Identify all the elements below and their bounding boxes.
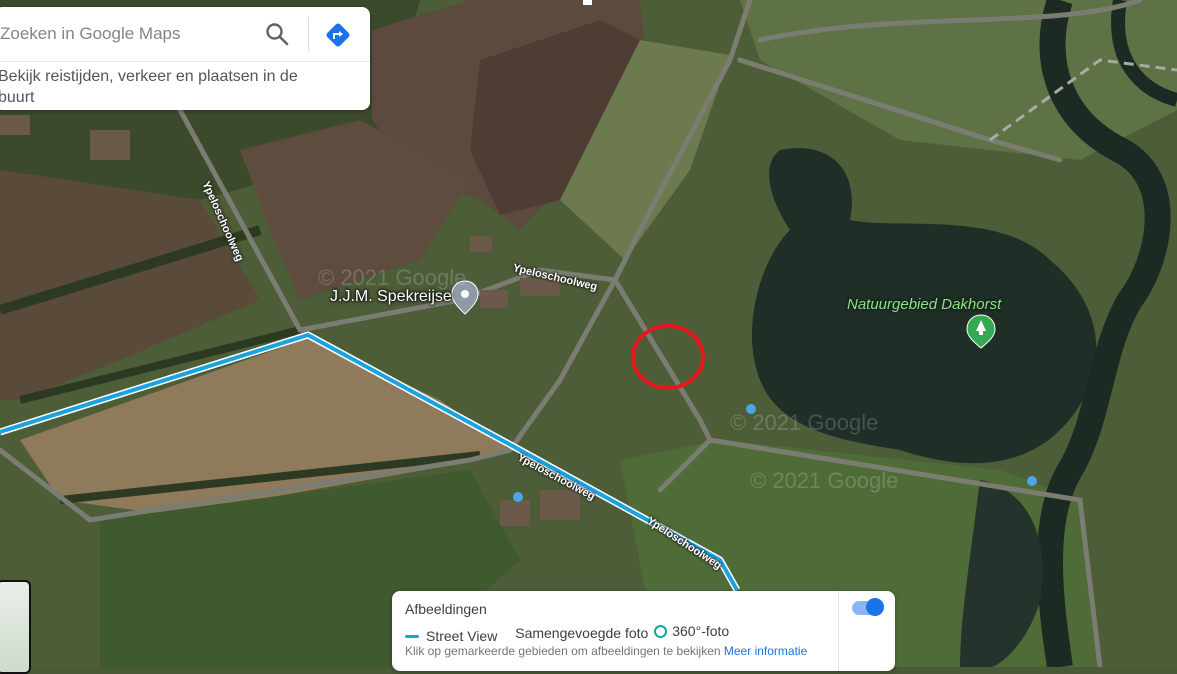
building — [500, 500, 530, 526]
toggle-knob — [866, 598, 884, 616]
imagery-panel: Afbeeldingen Street View Samengevoegde f… — [392, 591, 895, 671]
legend: Street View Samengevoegde foto 360°-foto — [405, 623, 743, 644]
watermark: © 2021 Google — [750, 468, 899, 493]
hint-text[interactable]: Bekijk reistijden, verkeer en plaatsen i… — [0, 66, 338, 108]
search-card: Bekijk reistijden, verkeer en plaatsen i… — [0, 7, 370, 110]
legend-label: Street View — [426, 628, 498, 644]
search-bar — [0, 7, 370, 62]
layer-thumbnail[interactable] — [0, 580, 31, 674]
search-icon[interactable] — [264, 21, 290, 47]
building — [0, 115, 30, 135]
divider — [308, 17, 309, 51]
info-text: Klik op gemarkeerde gebieden om afbeeldi… — [405, 644, 807, 658]
divider — [838, 591, 839, 671]
place-label[interactable]: J.J.M. Spekreijse — [330, 288, 452, 306]
search-input[interactable] — [0, 19, 252, 49]
legend-label: Samengevoegde foto — [515, 624, 649, 641]
legend-label: 360°-foto — [672, 623, 730, 639]
photo-dot[interactable] — [1027, 476, 1037, 486]
imagery-toggle[interactable] — [852, 598, 884, 616]
ring-icon — [654, 624, 668, 638]
legend-merged-photo: Samengevoegde foto — [515, 625, 648, 641]
building — [540, 490, 580, 520]
building — [480, 290, 508, 308]
building — [90, 130, 130, 160]
watermark: © 2021 Google — [730, 410, 879, 435]
photo-dot[interactable] — [513, 492, 523, 502]
legend-360-photo: 360°-foto — [654, 623, 729, 639]
building — [470, 236, 492, 252]
map-marker — [583, 0, 592, 5]
street-view-line-icon — [405, 634, 419, 638]
more-info-link[interactable]: Meer informatie — [724, 644, 807, 658]
info-label: Klik op gemarkeerde gebieden om afbeeldi… — [405, 644, 721, 658]
park-label[interactable]: Natuurgebied Dakhorst — [847, 296, 1001, 313]
legend-street-view: Street View — [405, 628, 497, 644]
directions-icon[interactable] — [324, 21, 352, 49]
panel-title: Afbeeldingen — [405, 601, 487, 617]
